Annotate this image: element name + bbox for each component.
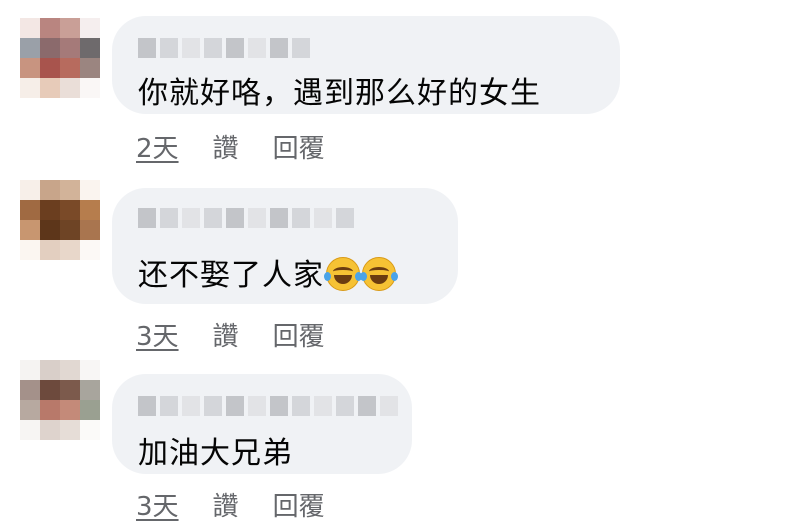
comment-bubble: 你就好咯，遇到那么好的女生 bbox=[112, 16, 620, 114]
like-button[interactable]: 讚 bbox=[213, 316, 239, 353]
comment-text: 你就好咯，遇到那么好的女生 bbox=[138, 76, 541, 111]
commenter-name[interactable] bbox=[138, 396, 398, 416]
comment-bubble: 还不娶了人家 bbox=[112, 188, 458, 304]
comment-actions: 3天 讚 回覆 bbox=[136, 486, 325, 523]
avatar[interactable] bbox=[20, 360, 100, 440]
face-with-tears-of-joy-icon bbox=[324, 257, 362, 291]
avatar[interactable] bbox=[20, 180, 100, 260]
like-button[interactable]: 讚 bbox=[213, 486, 239, 523]
comment-timestamp[interactable]: 3天 bbox=[136, 486, 179, 523]
commenter-name[interactable] bbox=[138, 208, 354, 228]
comment-actions: 3天 讚 回覆 bbox=[136, 316, 325, 353]
comment-text-content: 还不娶了人家 bbox=[138, 258, 324, 293]
avatar[interactable] bbox=[20, 18, 100, 98]
reply-button[interactable]: 回覆 bbox=[273, 128, 325, 165]
comment-actions: 2天 讚 回覆 bbox=[136, 128, 325, 165]
comment-timestamp[interactable]: 2天 bbox=[136, 128, 179, 165]
comment-timestamp[interactable]: 3天 bbox=[136, 316, 179, 353]
reply-button[interactable]: 回覆 bbox=[273, 316, 325, 353]
face-with-tears-of-joy-icon bbox=[360, 257, 398, 291]
comment-bubble: 加油大兄弟 bbox=[112, 374, 412, 474]
reply-button[interactable]: 回覆 bbox=[273, 486, 325, 523]
comment-text: 还不娶了人家 bbox=[138, 250, 398, 294]
like-button[interactable]: 讚 bbox=[213, 128, 239, 165]
commenter-name[interactable] bbox=[138, 38, 310, 58]
comment-text: 加油大兄弟 bbox=[138, 436, 293, 471]
